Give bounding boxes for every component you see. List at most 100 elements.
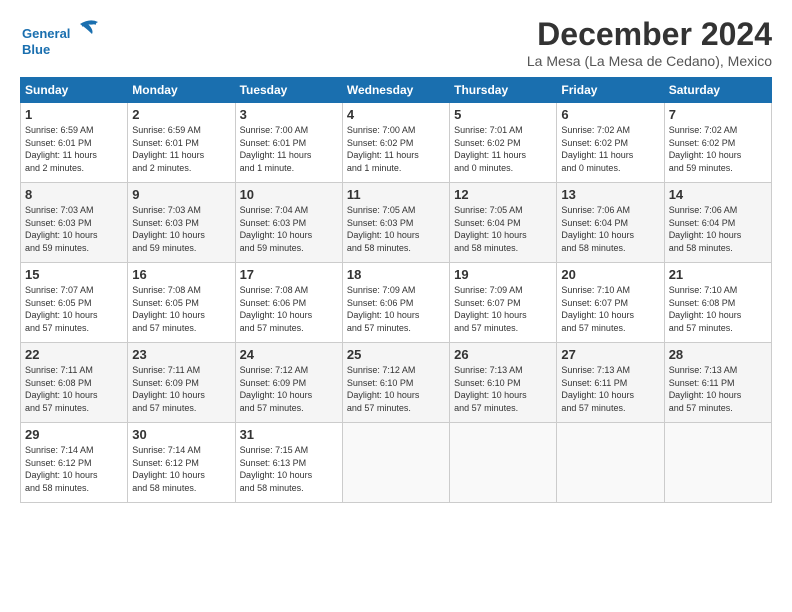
calendar-cell: 12 Sunrise: 7:05 AM Sunset: 6:04 PM Dayli… — [450, 183, 557, 263]
svg-text:Blue: Blue — [22, 42, 50, 57]
day-info: Sunrise: 7:13 AM Sunset: 6:11 PM Dayligh… — [561, 364, 659, 414]
calendar-cell: 19 Sunrise: 7:09 AM Sunset: 6:07 PM Dayli… — [450, 263, 557, 343]
col-friday: Friday — [557, 78, 664, 103]
day-number: 28 — [669, 347, 767, 362]
calendar-cell: 24 Sunrise: 7:12 AM Sunset: 6:09 PM Dayli… — [235, 343, 342, 423]
day-number: 16 — [132, 267, 230, 282]
calendar-cell: 17 Sunrise: 7:08 AM Sunset: 6:06 PM Dayli… — [235, 263, 342, 343]
day-info: Sunrise: 7:14 AM Sunset: 6:12 PM Dayligh… — [132, 444, 230, 494]
week-row-1: 1 Sunrise: 6:59 AM Sunset: 6:01 PM Daylig… — [21, 103, 772, 183]
logo-icon: General Blue — [20, 16, 110, 61]
calendar-cell: 25 Sunrise: 7:12 AM Sunset: 6:10 PM Dayli… — [342, 343, 449, 423]
day-number: 18 — [347, 267, 445, 282]
day-number: 5 — [454, 107, 552, 122]
day-number: 6 — [561, 107, 659, 122]
calendar-cell: 21 Sunrise: 7:10 AM Sunset: 6:08 PM Dayli… — [664, 263, 771, 343]
day-number: 31 — [240, 427, 338, 442]
month-title: December 2024 — [527, 16, 772, 53]
day-info: Sunrise: 7:09 AM Sunset: 6:06 PM Dayligh… — [347, 284, 445, 334]
day-info: Sunrise: 7:06 AM Sunset: 6:04 PM Dayligh… — [561, 204, 659, 254]
day-info: Sunrise: 7:04 AM Sunset: 6:03 PM Dayligh… — [240, 204, 338, 254]
header: General Blue December 2024 La Mesa (La M… — [20, 16, 772, 69]
calendar-cell: 18 Sunrise: 7:09 AM Sunset: 6:06 PM Dayli… — [342, 263, 449, 343]
day-info: Sunrise: 7:08 AM Sunset: 6:06 PM Dayligh… — [240, 284, 338, 334]
day-number: 29 — [25, 427, 123, 442]
day-info: Sunrise: 7:10 AM Sunset: 6:08 PM Dayligh… — [669, 284, 767, 334]
calendar-cell: 7 Sunrise: 7:02 AM Sunset: 6:02 PM Daylig… — [664, 103, 771, 183]
calendar-cell: 4Sunrise: 7:00 AM Sunset: 6:02 PM Daylig… — [342, 103, 449, 183]
day-number: 30 — [132, 427, 230, 442]
calendar-cell — [557, 423, 664, 503]
week-row-5: 29 Sunrise: 7:14 AM Sunset: 6:12 PM Dayli… — [21, 423, 772, 503]
col-monday: Monday — [128, 78, 235, 103]
col-saturday: Saturday — [664, 78, 771, 103]
location-title: La Mesa (La Mesa de Cedano), Mexico — [527, 53, 772, 69]
day-info: Sunrise: 6:59 AM Sunset: 6:01 PM Dayligh… — [132, 124, 230, 174]
day-info: Sunrise: 7:14 AM Sunset: 6:12 PM Dayligh… — [25, 444, 123, 494]
calendar-cell: 5 Sunrise: 7:01 AM Sunset: 6:02 PM Daylig… — [450, 103, 557, 183]
day-number: 9 — [132, 187, 230, 202]
day-number: 20 — [561, 267, 659, 282]
day-info: Sunrise: 7:01 AM Sunset: 6:02 PM Dayligh… — [454, 124, 552, 174]
day-info: Sunrise: 7:00 AM Sunset: 6:01 PM Dayligh… — [240, 124, 338, 174]
week-row-3: 15Sunrise: 7:07 AM Sunset: 6:05 PM Dayli… — [21, 263, 772, 343]
col-wednesday: Wednesday — [342, 78, 449, 103]
day-number: 1 — [25, 107, 123, 122]
day-info: Sunrise: 7:02 AM Sunset: 6:02 PM Dayligh… — [561, 124, 659, 174]
day-info: Sunrise: 7:05 AM Sunset: 6:03 PM Dayligh… — [347, 204, 445, 254]
logo: General Blue — [20, 16, 110, 61]
day-info: Sunrise: 7:12 AM Sunset: 6:09 PM Dayligh… — [240, 364, 338, 414]
calendar-cell: 14Sunrise: 7:06 AM Sunset: 6:04 PM Dayli… — [664, 183, 771, 263]
calendar-cell: 27 Sunrise: 7:13 AM Sunset: 6:11 PM Dayli… — [557, 343, 664, 423]
day-number: 8 — [25, 187, 123, 202]
calendar-cell: 16 Sunrise: 7:08 AM Sunset: 6:05 PM Dayli… — [128, 263, 235, 343]
day-number: 14 — [669, 187, 767, 202]
day-info: Sunrise: 7:10 AM Sunset: 6:07 PM Dayligh… — [561, 284, 659, 334]
calendar-cell — [450, 423, 557, 503]
calendar-cell: 29 Sunrise: 7:14 AM Sunset: 6:12 PM Dayli… — [21, 423, 128, 503]
col-sunday: Sunday — [21, 78, 128, 103]
day-info: Sunrise: 6:59 AM Sunset: 6:01 PM Dayligh… — [25, 124, 123, 174]
day-number: 24 — [240, 347, 338, 362]
calendar-cell: 6 Sunrise: 7:02 AM Sunset: 6:02 PM Daylig… — [557, 103, 664, 183]
day-number: 17 — [240, 267, 338, 282]
day-number: 10 — [240, 187, 338, 202]
day-number: 23 — [132, 347, 230, 362]
day-number: 3 — [240, 107, 338, 122]
svg-text:General: General — [22, 26, 70, 41]
day-number: 26 — [454, 347, 552, 362]
calendar-cell: 2 Sunrise: 6:59 AM Sunset: 6:01 PM Daylig… — [128, 103, 235, 183]
calendar-cell — [342, 423, 449, 503]
day-info: Sunrise: 7:05 AM Sunset: 6:04 PM Dayligh… — [454, 204, 552, 254]
day-info: Sunrise: 7:12 AM Sunset: 6:10 PM Dayligh… — [347, 364, 445, 414]
day-info: Sunrise: 7:13 AM Sunset: 6:10 PM Dayligh… — [454, 364, 552, 414]
calendar-cell: 20 Sunrise: 7:10 AM Sunset: 6:07 PM Dayli… — [557, 263, 664, 343]
day-number: 2 — [132, 107, 230, 122]
day-number: 7 — [669, 107, 767, 122]
day-info: Sunrise: 7:00 AM Sunset: 6:02 PM Dayligh… — [347, 124, 445, 174]
day-info: Sunrise: 7:03 AM Sunset: 6:03 PM Dayligh… — [25, 204, 123, 254]
day-info: Sunrise: 7:11 AM Sunset: 6:09 PM Dayligh… — [132, 364, 230, 414]
day-info: Sunrise: 7:11 AM Sunset: 6:08 PM Dayligh… — [25, 364, 123, 414]
calendar-cell: 9Sunrise: 7:03 AM Sunset: 6:03 PM Daylig… — [128, 183, 235, 263]
day-number: 21 — [669, 267, 767, 282]
page: General Blue December 2024 La Mesa (La M… — [0, 0, 792, 513]
day-number: 25 — [347, 347, 445, 362]
day-number: 27 — [561, 347, 659, 362]
day-info: Sunrise: 7:02 AM Sunset: 6:02 PM Dayligh… — [669, 124, 767, 174]
day-number: 19 — [454, 267, 552, 282]
day-info: Sunrise: 7:13 AM Sunset: 6:11 PM Dayligh… — [669, 364, 767, 414]
calendar-cell: 22Sunrise: 7:11 AM Sunset: 6:08 PM Dayli… — [21, 343, 128, 423]
day-number: 13 — [561, 187, 659, 202]
day-number: 12 — [454, 187, 552, 202]
day-info: Sunrise: 7:08 AM Sunset: 6:05 PM Dayligh… — [132, 284, 230, 334]
calendar-cell: 26 Sunrise: 7:13 AM Sunset: 6:10 PM Dayli… — [450, 343, 557, 423]
calendar-cell: 23 Sunrise: 7:11 AM Sunset: 6:09 PM Dayli… — [128, 343, 235, 423]
day-info: Sunrise: 7:15 AM Sunset: 6:13 PM Dayligh… — [240, 444, 338, 494]
header-row: Sunday Monday Tuesday Wednesday Thursday… — [21, 78, 772, 103]
col-tuesday: Tuesday — [235, 78, 342, 103]
calendar-cell — [664, 423, 771, 503]
day-number: 11 — [347, 187, 445, 202]
day-info: Sunrise: 7:09 AM Sunset: 6:07 PM Dayligh… — [454, 284, 552, 334]
calendar-table: Sunday Monday Tuesday Wednesday Thursday… — [20, 77, 772, 503]
